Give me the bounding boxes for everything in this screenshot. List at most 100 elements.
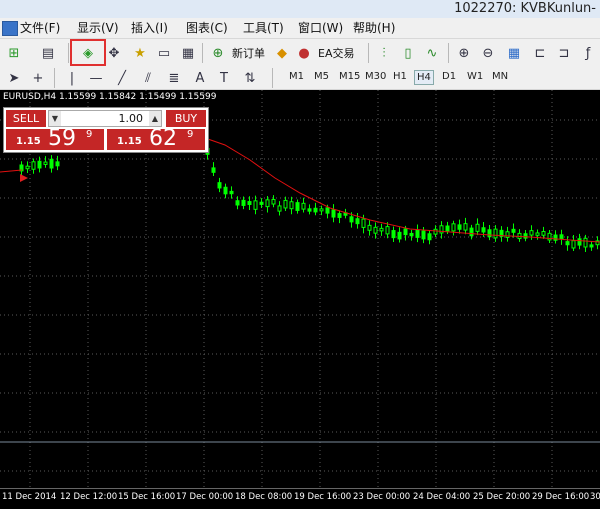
new-order-icon[interactable]: ⊕ — [208, 43, 228, 63]
candle-body — [541, 231, 546, 236]
candle-body — [493, 228, 498, 239]
timeframe-h4[interactable]: H4 — [414, 70, 434, 85]
toolbar-separator — [368, 43, 369, 63]
new-chart-icon[interactable]: ⊞ — [4, 43, 24, 63]
ea-button[interactable]: EA交易 — [318, 45, 354, 61]
candle-body — [211, 167, 216, 173]
sell-price-box[interactable]: 1.15 59 9 — [6, 126, 104, 151]
timeframe-mn[interactable]: MN — [490, 70, 510, 83]
ea-icon[interactable]: ● — [294, 43, 314, 63]
moving-average-line — [0, 169, 23, 173]
candle-body — [247, 201, 252, 205]
candle-body — [433, 228, 438, 235]
autoscroll-icon[interactable]: ⊐ — [554, 43, 574, 63]
zoom-out-icon[interactable]: ⊖ — [478, 43, 498, 63]
tile-windows-icon[interactable]: ▦ — [504, 43, 524, 63]
candle-body — [37, 160, 42, 169]
candle-body — [337, 213, 342, 218]
toolbar-separator — [54, 68, 55, 88]
chart-shift-icon[interactable]: ⊏ — [530, 43, 550, 63]
candle-body — [487, 229, 492, 238]
trendline-icon[interactable]: ╱ — [112, 68, 132, 88]
lot-size-field[interactable]: ▼ 1.00 ▲ — [48, 110, 162, 127]
menu-window[interactable]: 窗口(W) — [298, 20, 343, 36]
candle-body — [319, 208, 324, 212]
one-click-trading-panel: SELL ▼ 1.00 ▲ BUY 1.15 59 9 1.15 62 9 — [3, 107, 209, 153]
candle-body — [367, 224, 372, 231]
candle-body — [451, 223, 456, 232]
candle-body — [469, 227, 474, 237]
candle-body — [457, 224, 462, 230]
menu-charts[interactable]: 图表(C) — [186, 20, 228, 36]
candle-body — [277, 205, 282, 212]
time-axis-label: 12 Dec 12:00 — [60, 492, 118, 502]
indicators-icon[interactable]: ƒ — [578, 43, 598, 63]
candle-body — [397, 231, 402, 240]
arrows-icon[interactable]: ⇅ — [240, 68, 260, 88]
horizontal-line-icon[interactable]: — — [86, 68, 106, 88]
terminal-icon[interactable]: ▭ — [154, 43, 174, 63]
timeframe-w1[interactable]: W1 — [465, 70, 485, 83]
title-bar: 1022270: KVBKunlun- — [0, 0, 600, 18]
candle-body — [421, 230, 426, 240]
buy-price-box[interactable]: 1.15 62 9 — [107, 126, 205, 151]
menu-help[interactable]: 帮助(H) — [353, 20, 395, 36]
candle-body — [373, 226, 378, 234]
crosshair-icon[interactable]: + — [28, 68, 48, 88]
text-icon[interactable]: A — [190, 68, 210, 88]
candle-body — [355, 218, 360, 225]
text-label-icon[interactable]: T — [214, 68, 234, 88]
highlight-box — [70, 39, 106, 66]
candle-body — [391, 230, 396, 239]
menu-view[interactable]: 显示(V) — [77, 20, 119, 36]
new-order-button[interactable]: 新订单 — [232, 45, 265, 61]
candle-body — [475, 223, 480, 232]
profiles-icon[interactable]: ▤ — [38, 43, 58, 63]
toolbar-separator — [68, 43, 69, 63]
timeframe-m30[interactable]: M30 — [363, 70, 388, 83]
vertical-line-icon[interactable]: | — [62, 68, 82, 88]
candle-body — [463, 223, 468, 231]
metaeditor-icon[interactable]: ◆ — [272, 43, 292, 63]
time-axis-label: 23 Dec 00:00 — [353, 492, 411, 502]
candle-body — [49, 158, 54, 169]
candle-body — [505, 231, 510, 238]
time-axis-label: 11 Dec 2014 — [2, 492, 57, 502]
menu-tools[interactable]: 工具(T) — [243, 20, 284, 36]
drawing-toolbar: ➤ + | — ╱ ⫽ ≣ A T ⇅ M1 M5 M15 M30 H1 H4 … — [0, 67, 600, 90]
app-icon[interactable] — [2, 21, 18, 36]
menu-insert[interactable]: 插入(I) — [131, 20, 168, 36]
navigator-icon[interactable]: ✥ — [104, 43, 124, 63]
time-axis-label: 30 — [590, 492, 600, 502]
zoom-in-icon[interactable]: ⊕ — [454, 43, 474, 63]
lot-increase-icon[interactable]: ▲ — [149, 111, 161, 126]
cursor-icon[interactable]: ➤ — [4, 68, 24, 88]
menu-file[interactable]: 文件(F) — [20, 20, 60, 36]
window-title: 1022270: KVBKunlun- — [454, 1, 596, 16]
buy-button[interactable]: BUY — [166, 110, 206, 127]
line-chart-icon[interactable]: ∿ — [422, 43, 442, 63]
timeframe-h1[interactable]: H1 — [391, 70, 409, 83]
favorites-icon[interactable]: ★ — [130, 43, 150, 63]
timeframe-m15[interactable]: M15 — [337, 70, 362, 83]
candlestick-icon[interactable]: ▯ — [398, 43, 418, 63]
candle-body — [43, 161, 48, 165]
tester-icon[interactable]: ▦ — [178, 43, 198, 63]
time-axis: 11 Dec 2014 12 Dec 12:00 15 Dec 16:00 17… — [0, 488, 600, 509]
bar-chart-icon[interactable]: ⫶ — [374, 43, 394, 63]
candle-body — [523, 233, 528, 239]
time-axis-label: 25 Dec 20:00 — [473, 492, 531, 502]
candle-body — [31, 161, 36, 170]
price-chart[interactable]: EURUSD,H4 1.15599 1.15842 1.15499 1.1559… — [0, 90, 600, 488]
candle-body — [571, 240, 576, 249]
candle-body — [229, 190, 234, 195]
sell-button[interactable]: SELL — [6, 110, 46, 127]
timeframe-d1[interactable]: D1 — [440, 70, 458, 83]
time-axis-label: 17 Dec 00:00 — [176, 492, 234, 502]
channel-icon[interactable]: ⫽ — [138, 68, 158, 88]
fibonacci-icon[interactable]: ≣ — [164, 68, 184, 88]
buy-price-fraction: 9 — [187, 129, 194, 140]
timeframe-m5[interactable]: M5 — [312, 70, 331, 83]
timeframe-m1[interactable]: M1 — [287, 70, 306, 83]
candle-body — [481, 227, 486, 233]
